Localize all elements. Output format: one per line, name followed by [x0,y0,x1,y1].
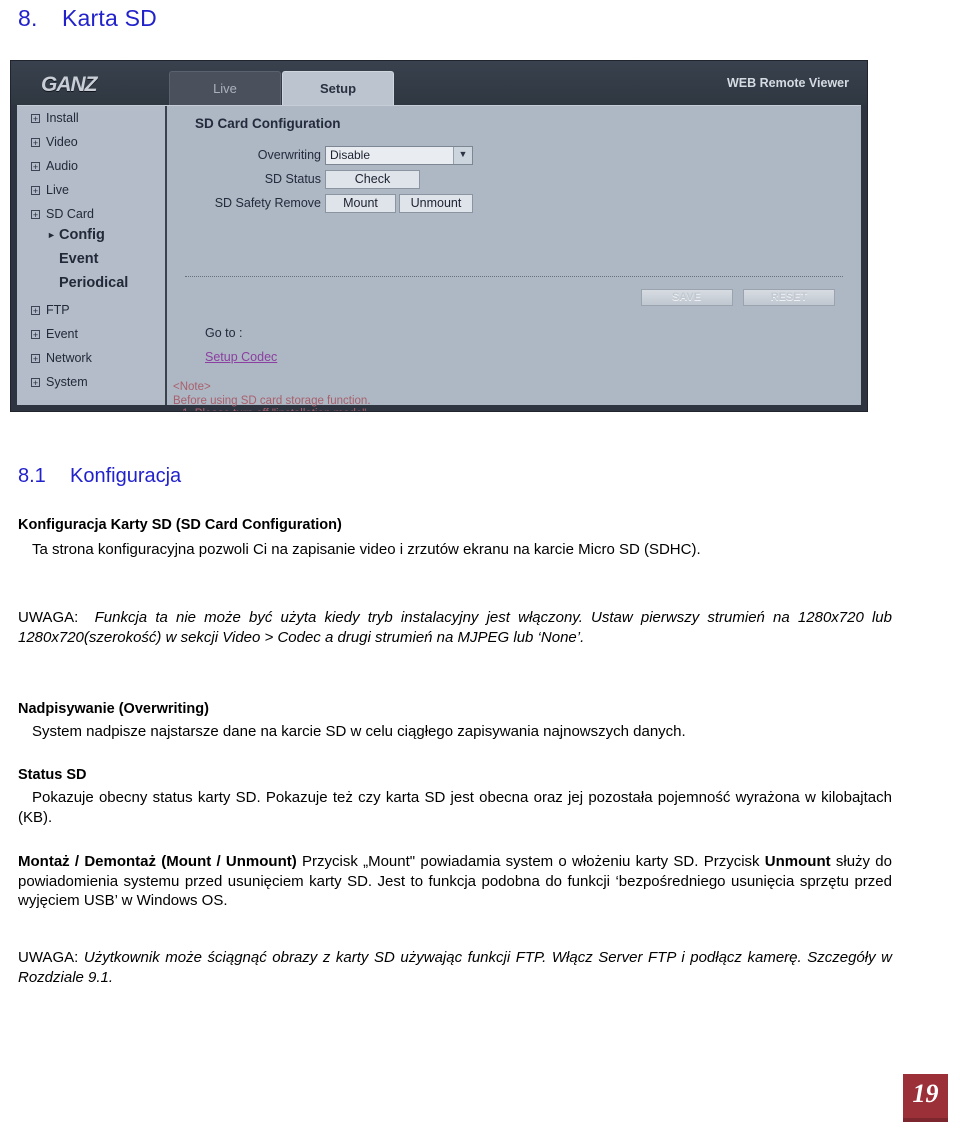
paragraph-text: Pokazuje obecny status karty SD. Pokazuj… [18,789,892,826]
section-heading-text: Konfiguracja [70,465,182,487]
sidebar-item-config[interactable]: ► Config [17,226,165,250]
check-button[interactable]: Check [325,170,420,189]
page-title-text: Karta SD [62,5,157,31]
mount-unmount-text-1: Przycisk „Mount" powiadamia system o wło… [296,853,765,870]
overwriting-select[interactable]: Disable ▼ [325,146,473,165]
chevron-right-icon: ► [47,230,56,240]
expand-icon[interactable]: + [31,378,40,388]
paragraph-uwaga-1: UWAGA: Funkcja ta nie może być użyta kie… [18,608,892,647]
sidebar-item-label: Periodical [59,275,129,291]
note-title: <Note> [173,381,211,393]
section-heading: 8.1 Konfiguracja [18,465,181,488]
mount-unmount-bold-1: Montaż / Demontaż (Mount / Unmount) [18,853,297,870]
sidebar-item-label: Audio [46,159,78,173]
sidebar-item-system[interactable]: + System [17,370,165,394]
uwaga-label: UWAGA: [18,949,79,966]
sidebar-item-label: FTP [46,303,70,317]
sidebar-item-sd-card[interactable]: + SD Card [17,202,165,226]
app-body: + Install + Video + Audio + Live + SD Card ► C… [17,105,861,411]
paragraph-text: UWAGA: Użytkownik może ściągnąć obrazy z… [18,948,892,987]
sd-safety-remove-label: SD Safety Remove [214,196,321,210]
tab-setup[interactable]: Setup [282,71,394,105]
goto-label: Go to : [205,326,243,340]
sidebar: + Install + Video + Audio + Live + SD Card ► C… [17,106,167,405]
sidebar-item-label: Config [59,227,105,243]
sidebar-item-label: SD Card [46,207,94,221]
sidebar-item-ftp[interactable]: + FTP [17,298,165,322]
subheading-text: Konfiguracja Karty SD (SD Card Configura… [18,517,342,533]
overwriting-label: Overwriting [257,148,321,162]
page-title: 8. Karta SD [18,5,157,32]
paragraph-text: Ta strona konfiguracyjna pozwoli Ci na z… [32,541,701,558]
sidebar-item-video[interactable]: + Video [17,130,165,154]
page-title-number: 8. [18,5,38,31]
paragraph-text: UWAGA: Funkcja ta nie może być użyta kie… [18,608,892,647]
sidebar-item-label: Network [46,351,92,365]
sidebar-item-label: Live [46,183,69,197]
web-remote-viewer-label: WEB Remote Viewer [726,76,849,90]
subheading-overwriting: Nadpisywanie (Overwriting) [18,700,892,719]
tab-live[interactable]: Live [169,71,281,105]
panel-title: SD Card Configuration [195,116,341,131]
sidebar-item-install[interactable]: + Install [17,106,165,130]
sidebar-item-label: Event [59,251,99,267]
paragraph-uwaga-2: UWAGA: Użytkownik może ściągnąć obrazy z… [18,948,892,987]
reset-button[interactable]: RESET [743,289,835,306]
save-button[interactable]: SAVE [640,289,733,306]
expand-icon[interactable]: + [31,330,40,340]
uwaga-label: UWAGA: [18,609,79,626]
page-number: 19 [903,1074,948,1122]
sidebar-item-label: Install [46,111,79,125]
note-line-1: Before using SD card storage function. [173,394,371,407]
sidebar-item-label: Video [46,135,78,149]
config-panel: SD Card Configuration Overwriting Disabl… [167,106,861,411]
sd-card-form: Overwriting Disable ▼ SD Status Check SD… [167,146,487,218]
paragraph-text: System nadpisze najstarsze dane na karci… [32,723,686,740]
expand-icon[interactable]: + [31,162,40,172]
unmount-button[interactable]: Unmount [399,194,473,213]
app-topbar: GANZ Live Setup WEB Remote Viewer [11,61,867,105]
expand-icon[interactable]: + [31,186,40,196]
paragraph-status-sd: Pokazuje obecny status karty SD. Pokazuj… [18,788,892,827]
setup-codec-link[interactable]: Setup Codec [205,350,277,364]
sidebar-item-network[interactable]: + Network [17,346,165,370]
subheading-text: Nadpisywanie (Overwriting) [18,701,209,717]
sidebar-item-event[interactable]: + Event [17,322,165,346]
action-buttons: SAVE RESET [635,287,835,306]
mount-button[interactable]: Mount [325,194,396,213]
sidebar-item-label: System [46,375,88,389]
sd-status-label: SD Status [264,172,321,186]
ganz-logo: GANZ [41,73,97,96]
mount-unmount-bold-2: Unmount [764,853,831,870]
sidebar-item-sd-event[interactable]: Event [17,250,165,274]
sidebar-item-live[interactable]: + Live [17,178,165,202]
paragraph-overwriting: System nadpisze najstarsze dane na karci… [18,722,892,742]
subheading-sd-card-config: Konfiguracja Karty SD (SD Card Configura… [18,516,892,535]
subheading-text: Status SD [18,767,87,783]
form-row-overwriting: Overwriting Disable ▼ [167,146,487,167]
sidebar-item-audio[interactable]: + Audio [17,154,165,178]
sidebar-item-label: Event [46,327,78,341]
expand-icon[interactable]: + [31,306,40,316]
expand-icon[interactable]: + [31,114,40,124]
note-block: <Note> Before using SD card storage func… [173,381,609,411]
divider [185,276,843,277]
form-row-safety-remove: SD Safety Remove Mount Unmount [167,194,487,215]
paragraph-intro: Ta strona konfiguracyjna pozwoli Ci na z… [18,540,892,560]
uwaga-body: Użytkownik może ściągnąć obrazy z karty … [18,949,893,986]
paragraph-mount-unmount: Montaż / Demontaż (Mount / Unmount) Przy… [18,852,892,911]
paragraph-text: Montaż / Demontaż (Mount / Unmount) Przy… [18,852,892,911]
form-row-sd-status: SD Status Check [167,170,487,191]
embedded-product-screenshot: GANZ Live Setup WEB Remote Viewer + Insta… [10,60,868,412]
subheading-status-sd: Status SD [18,766,892,785]
expand-icon[interactable]: + [31,138,40,148]
expand-icon[interactable]: + [31,210,40,220]
uwaga-body: Funkcja ta nie może być użyta kiedy tryb… [18,609,892,646]
note-line-2: 1. Please turn off "installation mode". [173,408,609,411]
expand-icon[interactable]: + [31,354,40,364]
sidebar-item-periodical[interactable]: Periodical [17,274,165,298]
section-heading-number: 8.1 [18,465,46,487]
overwriting-value: Disable [330,148,371,162]
chevron-down-icon[interactable]: ▼ [453,147,472,164]
